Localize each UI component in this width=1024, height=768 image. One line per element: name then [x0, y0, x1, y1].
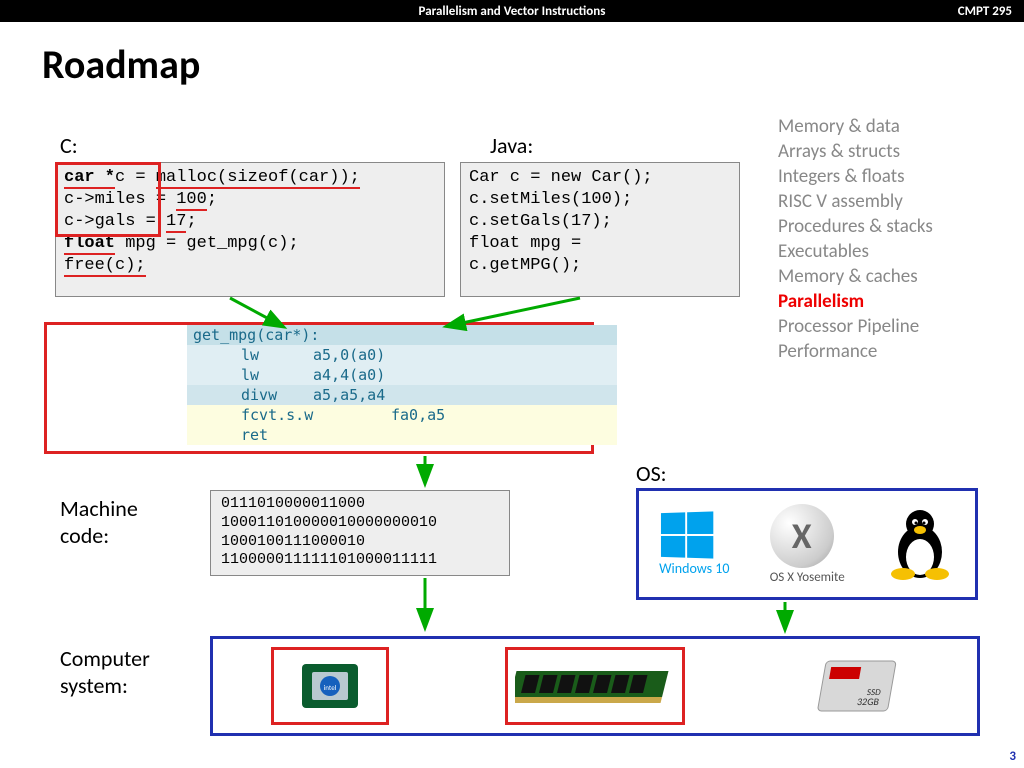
- ssd-drive-icon: 32GBSSD: [801, 647, 919, 725]
- label-os: OS:: [636, 460, 667, 487]
- page-number: 3: [1009, 749, 1016, 764]
- ram-stick-icon: [505, 647, 685, 725]
- topic-item: RISC V assembly: [778, 190, 994, 213]
- page-title: Roadmap: [42, 40, 1024, 89]
- label-mc: Machine code:: [60, 495, 170, 549]
- windows-icon: Windows 10: [659, 512, 729, 577]
- svg-text:intel: intel: [324, 683, 337, 692]
- arrow-c-to-asm: [220, 296, 300, 336]
- arrow-java-to-asm: [430, 296, 590, 336]
- topic-item: Arrays & structs: [778, 140, 994, 163]
- topic-item: Integers & floats: [778, 165, 994, 188]
- machine-code-box: 0111010000011000 10001101000001000000001…: [210, 490, 510, 576]
- header-bar: Parallelism and Vector Instructions CMPT…: [0, 0, 1024, 22]
- topic-item: Processor Pipeline: [778, 315, 994, 338]
- os-box: Windows 10 X OS X Yosemite: [636, 488, 978, 600]
- arrow-mc-to-sys: [410, 576, 440, 636]
- java-code-box: Car c = new Car(); c.setMiles(100); c.se…: [460, 162, 740, 297]
- header-course: CMPT 295: [958, 4, 1012, 19]
- topic-item: Parallelism: [778, 290, 994, 313]
- arrow-asm-to-mc: [410, 454, 440, 492]
- topic-item: Procedures & stacks: [778, 215, 994, 238]
- topic-item: Memory & data: [778, 115, 994, 138]
- asm-box: get_mpg(car*): lwa5,0(a0) lwa4,4(a0) div…: [44, 322, 594, 454]
- topic-item: Memory & caches: [778, 265, 994, 288]
- linux-tux-icon: [885, 502, 955, 587]
- svg-text:SSD: SSD: [866, 687, 882, 698]
- asm-listing: get_mpg(car*): lwa5,0(a0) lwa4,4(a0) div…: [187, 325, 617, 445]
- topic-item: Executables: [778, 240, 994, 263]
- arrow-os-to-sys: [770, 600, 800, 638]
- header-center: Parallelism and Vector Instructions: [419, 4, 606, 19]
- label-java: Java:: [490, 132, 533, 159]
- label-c: C:: [60, 132, 78, 159]
- system-box: intel 32GBSSD: [210, 636, 980, 736]
- osx-icon: X OS X Yosemite: [770, 504, 845, 585]
- c-code-box: car *c = malloc(sizeof(car)); c->miles =…: [55, 162, 445, 297]
- topic-item: Performance: [778, 340, 994, 363]
- label-sys: Computer system:: [60, 645, 180, 699]
- cpu-chip-icon: intel: [271, 647, 389, 725]
- topics-list: Memory & dataArrays & structsIntegers & …: [778, 115, 994, 363]
